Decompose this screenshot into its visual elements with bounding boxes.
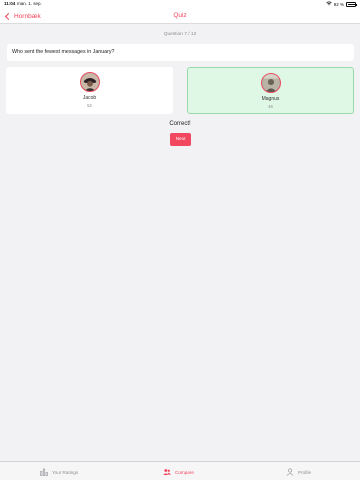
next-button[interactable]: Next bbox=[170, 133, 191, 146]
answer-option-magnus[interactable]: Magnus 46 bbox=[187, 67, 354, 114]
tab-label: Compare bbox=[175, 469, 194, 475]
avatar-photo-icon bbox=[80, 73, 99, 91]
result-message: Correct! bbox=[169, 121, 191, 127]
status-right: 92 % bbox=[326, 1, 357, 8]
person-icon bbox=[286, 468, 294, 476]
tab-compare[interactable]: Compare bbox=[163, 467, 194, 477]
wifi-icon bbox=[326, 1, 332, 8]
battery-icon bbox=[346, 2, 357, 7]
tab-your-ratings[interactable]: Your Ratings bbox=[40, 467, 78, 477]
avatar bbox=[79, 72, 100, 92]
tab-label: Profile bbox=[298, 469, 312, 475]
tab-profile[interactable]: Profile bbox=[286, 467, 311, 477]
battery-percent: 92 % bbox=[333, 2, 344, 7]
question-card: Who sent the fewest messages in January? bbox=[7, 44, 354, 61]
avatar-photo-icon bbox=[261, 74, 280, 92]
option-name: Jacob bbox=[82, 95, 97, 101]
question-progress: Question 7 / 12 bbox=[163, 32, 197, 37]
answer-option-jacob[interactable]: Jacob 52 bbox=[6, 67, 173, 114]
question-text: Who sent the fewest messages in January? bbox=[12, 49, 115, 55]
status-time: 11:04 bbox=[4, 1, 16, 6]
tab-bar: Your Ratings Compare Profile bbox=[0, 461, 360, 480]
avatar bbox=[260, 73, 281, 93]
bar-chart-icon bbox=[40, 468, 48, 476]
status-bar: 11:04 man. 1. sep. 92 % bbox=[0, 0, 360, 9]
people-icon bbox=[163, 469, 171, 475]
navigation-bar: Hornbæk Quiz bbox=[0, 9, 360, 24]
option-name: Magnus bbox=[261, 96, 280, 102]
status-date: man. 1. sep. bbox=[17, 1, 42, 6]
quiz-screen: 11:04 man. 1. sep. 92 % Hornbæk Quiz Que… bbox=[0, 0, 360, 480]
option-count: 46 bbox=[268, 103, 273, 109]
option-count: 52 bbox=[87, 102, 92, 108]
page-title: Quiz bbox=[173, 12, 187, 19]
tab-label: Your Ratings bbox=[52, 469, 79, 475]
